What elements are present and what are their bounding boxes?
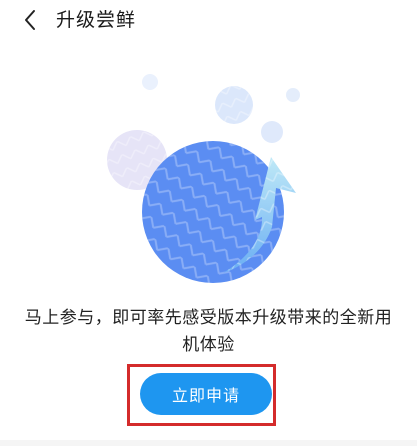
chevron-left-icon <box>25 10 35 30</box>
app-header: 升级尝鲜 <box>0 0 417 44</box>
upgrade-illustration <box>95 60 325 300</box>
page-title: 升级尝鲜 <box>56 9 137 31</box>
apply-now-button[interactable]: 立即申请 <box>140 373 272 415</box>
bottom-bar <box>0 440 417 446</box>
intro-text: 马上参与，即可率先感受版本升级带来的全新用机体验 <box>24 308 393 355</box>
upgrade-arrow-circle-icon <box>107 74 300 283</box>
back-button[interactable] <box>16 6 44 34</box>
